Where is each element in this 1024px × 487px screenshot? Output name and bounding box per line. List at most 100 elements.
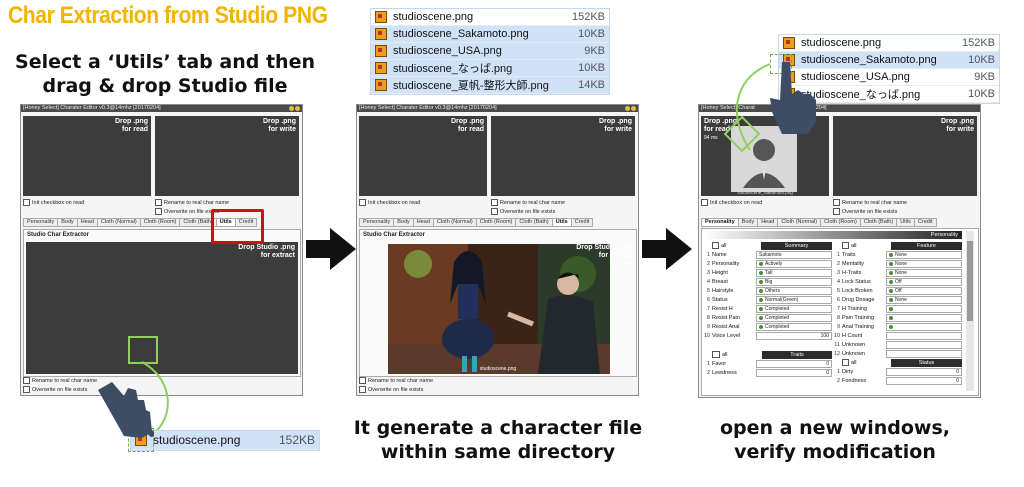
summary-row[interactable]: 3 Height Tall <box>704 268 832 277</box>
tab-personality[interactable]: Personality <box>701 218 739 227</box>
step3-caption: open a new windows, verify modification <box>690 416 980 464</box>
feature-row[interactable]: 7H Training <box>834 304 962 313</box>
step2-caption-line2: within same directory <box>380 441 616 463</box>
file-row[interactable]: studioscene_Sakamoto.png 10KB <box>371 26 609 43</box>
init-checkbox[interactable]: Init checkbox on read <box>23 199 84 206</box>
tab-cloth-normal[interactable]: Cloth (Normal) <box>96 218 141 227</box>
traits-row[interactable]: 1 Favor 0 <box>704 359 832 368</box>
overwrite-checkbox-extract[interactable]: Overwrite on file exists <box>23 386 87 393</box>
summary-row[interactable]: 8 Resist Pain Completed <box>704 313 832 322</box>
summary-row[interactable]: 1 Name Sakamoto <box>704 250 832 259</box>
overwrite-checkbox-extract[interactable]: Overwrite on file exists <box>359 386 423 393</box>
scrollbar-thumb[interactable] <box>967 241 973 321</box>
tab-personality[interactable]: Personality <box>23 218 59 227</box>
tab-cloth-room[interactable]: Cloth (Room) <box>139 218 181 227</box>
tab-body[interactable]: Body <box>737 218 759 227</box>
png-file-icon <box>783 37 795 49</box>
png-file-icon <box>375 45 387 57</box>
tab-cloth-normal[interactable]: Cloth (Normal) <box>777 218 822 227</box>
feature-row[interactable]: 6 Drug Dosage None <box>834 295 962 304</box>
init-checkbox[interactable]: Init checkbox on read <box>701 199 762 206</box>
overwrite-checkbox[interactable]: Overwrite on file exists <box>833 208 897 215</box>
png-file-icon <box>375 11 387 23</box>
summary-row[interactable]: 2 Personality Actively <box>704 259 832 268</box>
traits-row[interactable]: 2 Lewdness 0 <box>704 368 832 377</box>
overwrite-checkbox[interactable]: Overwrite on file exists <box>155 208 219 215</box>
drop-studio-area[interactable]: Drop Studio .png for extract <box>26 242 298 374</box>
tab-body[interactable]: Body <box>393 218 414 227</box>
tab-bar: Personality Body Head Cloth (Normal) Clo… <box>701 218 937 227</box>
minimize-icon[interactable] <box>625 106 630 111</box>
slider-knob-icon <box>889 306 893 311</box>
file-row[interactable]: studioscene.png 152KB <box>371 9 609 26</box>
option-dot-icon <box>889 297 893 302</box>
option-dot-icon <box>759 306 763 311</box>
summary-row[interactable]: 6 Status Normal(Green) <box>704 295 832 304</box>
drop-write-area[interactable]: Drop .png for write <box>491 116 635 196</box>
slider[interactable] <box>886 304 962 313</box>
tab-head[interactable]: Head <box>76 218 98 227</box>
rename-checkbox-extract[interactable]: Rename to real char name <box>23 377 97 384</box>
png-file-icon <box>375 28 387 40</box>
slider[interactable] <box>886 322 962 331</box>
feature-row[interactable]: 10 H Count <box>834 331 962 340</box>
close-icon[interactable] <box>295 106 300 111</box>
feature-row[interactable]: 3 H-Traits None <box>834 268 962 277</box>
hand-pointer-icon <box>770 62 816 134</box>
init-checkbox[interactable]: Init checkbox on read <box>359 199 420 206</box>
tab-head[interactable]: Head <box>757 218 779 227</box>
minimize-icon[interactable] <box>289 106 294 111</box>
status-row[interactable]: 1 Dirty 0 <box>834 367 962 376</box>
summary-row[interactable]: 10 Voice Level 100 <box>704 331 832 340</box>
feature-row[interactable]: 2 Mentality None <box>834 259 962 268</box>
feature-row[interactable]: 11 Unknown <box>834 340 962 349</box>
tab-utils[interactable]: Utils <box>896 218 915 227</box>
file-row[interactable]: studioscene_なっば.png 10KB <box>371 60 609 77</box>
feature-row[interactable]: 9 Anal Training <box>834 322 962 331</box>
option-dot-icon <box>889 288 893 293</box>
close-icon[interactable] <box>631 106 636 111</box>
tab-personality[interactable]: Personality <box>359 218 395 227</box>
drop-write-area[interactable]: Drop .png for write <box>833 116 977 196</box>
rename-checkbox[interactable]: Rename to real char name <box>833 199 907 206</box>
drop-read-area[interactable]: Drop .png for read <box>359 116 487 196</box>
scene-caption: studioscene.png <box>479 366 517 372</box>
feature-grid: all Feature 1 Traits None 2 Mentality None 3H… <box>834 241 962 385</box>
tab-cloth-normal[interactable]: Cloth (Normal) <box>432 218 477 227</box>
personality-panel: Personality all Summary 1 Name Sakamoto 2 Pe… <box>701 228 979 396</box>
file-row[interactable]: studioscene_夏帆-整形大師.png 14KB <box>371 77 609 94</box>
tab-body[interactable]: Body <box>57 218 78 227</box>
status-row[interactable]: 2 Fondness 0 <box>834 376 962 385</box>
tab-credit[interactable]: Credit <box>913 218 937 227</box>
rename-checkbox-extract[interactable]: Rename to real char name <box>359 377 433 384</box>
tab-cloth-bath[interactable]: Cloth (Bath) <box>515 218 553 227</box>
card-caption: studioscene_Sakamoto.png <box>737 190 793 195</box>
tab-cloth-room[interactable]: Cloth (Room) <box>820 218 861 227</box>
dragged-file[interactable]: studioscene.png 152KB <box>130 430 320 451</box>
tab-head[interactable]: Head <box>412 218 434 227</box>
slider[interactable] <box>886 313 962 322</box>
summary-row[interactable]: 5 Hairstyle Others <box>704 286 832 295</box>
file-row[interactable]: studioscene.png 152KB <box>779 35 999 52</box>
rename-checkbox[interactable]: Rename to real char name <box>155 199 229 206</box>
drop-write-area[interactable]: Drop .png for write <box>155 116 299 196</box>
drop-read-area[interactable]: Drop .png for read <box>23 116 151 196</box>
feature-row[interactable]: 8 Pain Training <box>834 313 962 322</box>
feature-row[interactable]: 1 Traits None <box>834 250 962 259</box>
summary-row[interactable]: 4 Breast Big <box>704 277 832 286</box>
feature-row[interactable]: 4 Lock Status Off <box>834 277 962 286</box>
tab-cloth-bath[interactable]: Cloth (Bath) <box>859 218 898 227</box>
step2-caption: It generate a character file within same… <box>348 416 648 464</box>
summary-row[interactable]: 9 Resist Anal Completed <box>704 322 832 331</box>
tab-cloth-room[interactable]: Cloth (Room) <box>475 218 517 227</box>
summary-row[interactable]: 7 Resist H Completed <box>704 304 832 313</box>
rename-checkbox[interactable]: Rename to real char name <box>491 199 565 206</box>
tab-utils[interactable]: Utils <box>551 218 572 227</box>
step1-caption: Select a ‘Utils’ tab and then drag & dro… <box>10 50 320 98</box>
overwrite-checkbox[interactable]: Overwrite on file exists <box>491 208 555 215</box>
file-row[interactable]: studioscene_USA.png 9KB <box>371 43 609 60</box>
feature-row[interactable]: 5 Lock Broken Off <box>834 286 962 295</box>
tab-credit[interactable]: Credit <box>570 218 594 227</box>
feature-row[interactable]: 12 Unknown <box>834 349 962 358</box>
scrollbar[interactable] <box>966 231 974 391</box>
